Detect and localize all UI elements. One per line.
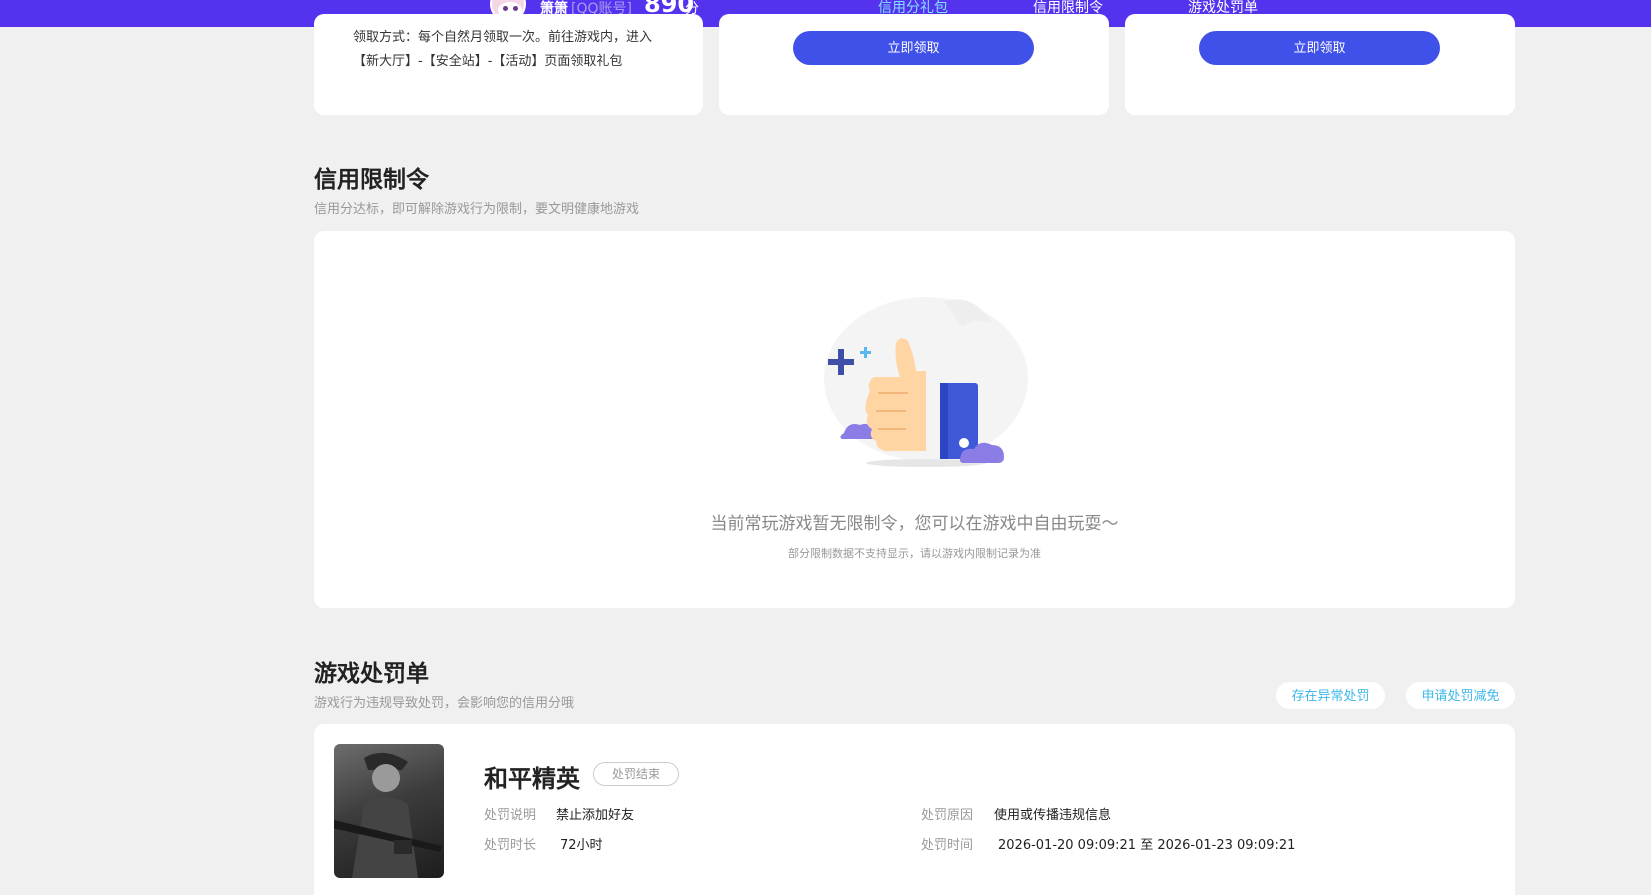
punishment-time-label: 处罚时间 xyxy=(921,838,974,853)
restriction-section-subtitle: 信用分达标，即可解除游戏行为限制，要文明健康地游戏 xyxy=(314,202,640,217)
restriction-empty-panel: 当前常玩游戏暂无限制令，您可以在游戏中自由玩耍～ 部分限制数据不支持显示，请以游… xyxy=(314,231,1515,608)
punishment-desc-label: 处罚说明 xyxy=(484,808,537,823)
restriction-empty-note: 部分限制数据不支持显示，请以游戏内限制记录为准 xyxy=(788,547,1041,560)
game-cover-image xyxy=(334,744,444,878)
punishment-time-value: 2026-01-20 09:09:21 至 2026-01-23 09:09:2… xyxy=(998,838,1296,853)
claim-gift-button-2[interactable]: 立即领取 xyxy=(793,31,1034,65)
punishment-duration-label: 处罚时长 xyxy=(484,838,537,853)
punishment-duration-value: 72小时 xyxy=(560,838,603,853)
appeal-punishment-button[interactable]: 申请处罚减免 xyxy=(1406,682,1515,709)
restriction-empty-message: 当前常玩游戏暂无限制令，您可以在游戏中自由玩耍～ xyxy=(710,514,1119,534)
punished-game-name: 和平精英 xyxy=(484,765,580,793)
avatar-eye-left xyxy=(503,6,508,11)
gift-card-1: 领取方式：每个自然月领取一次。前往游戏内，进入【新大厅】-【安全站】-【活动】页… xyxy=(314,14,703,115)
punishment-reason-label: 处罚原因 xyxy=(921,808,974,823)
punishment-section-subtitle: 游戏行为违规导致处罚，会影响您的信用分哦 xyxy=(314,696,575,711)
gift-card-2: 立即领取 xyxy=(719,14,1109,115)
abnormal-punishment-button[interactable]: 存在异常处罚 xyxy=(1276,682,1385,709)
gift-card-3: 立即领取 xyxy=(1125,14,1515,115)
avatar-eye-right xyxy=(513,6,518,11)
punishment-section-title: 游戏处罚单 xyxy=(314,661,429,687)
game-character-icon xyxy=(334,752,442,878)
gift-claim-instructions: 领取方式：每个自然月领取一次。前往游戏内，进入【新大厅】-【安全站】-【活动】页… xyxy=(353,30,653,69)
punishment-status-badge: 处罚结束 xyxy=(593,762,679,786)
restriction-section-title: 信用限制令 xyxy=(314,167,429,193)
punishment-desc-value: 禁止添加好友 xyxy=(556,808,635,823)
thumbs-up-illustration-icon xyxy=(824,297,1028,467)
punishment-record-card: 和平精英 处罚结束 处罚说明 禁止添加好友 处罚时长 72小时 处罚原因 使用或… xyxy=(314,724,1515,895)
punishment-reason-value: 使用或传播违规信息 xyxy=(994,808,1112,823)
claim-gift-button-3[interactable]: 立即领取 xyxy=(1199,31,1440,65)
